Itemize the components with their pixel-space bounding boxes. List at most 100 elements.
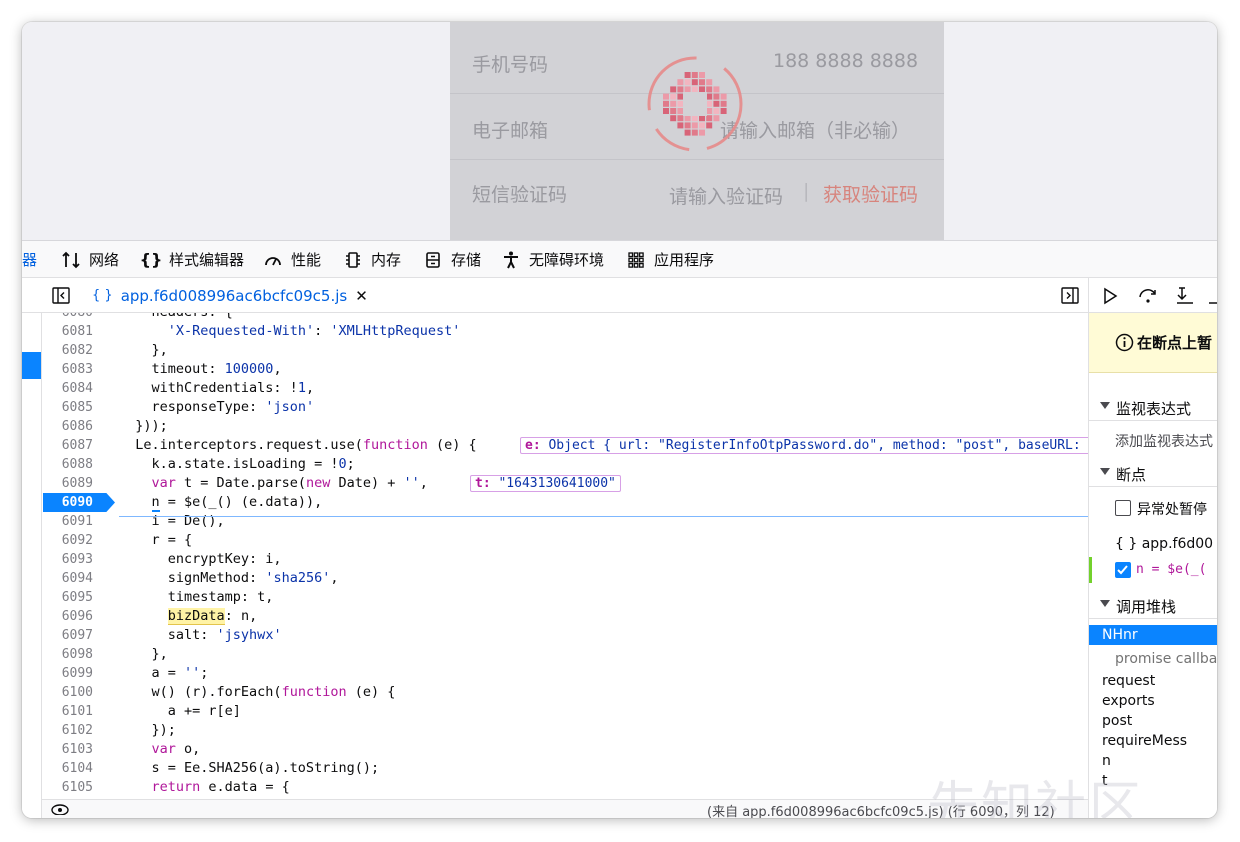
step-out-icon[interactable] <box>1206 285 1217 307</box>
code-line[interactable]: 6086 })); <box>42 417 1088 436</box>
line-number[interactable]: 6100 <box>42 683 95 702</box>
watch-expressions-header[interactable]: 监视表达式 <box>1089 393 1217 421</box>
code-line[interactable]: 6100 w() (r).forEach(function (e) { <box>42 683 1088 702</box>
code-line[interactable]: 6085 responseType: 'json' <box>42 398 1088 417</box>
code-line[interactable]: 6102 }); <box>42 721 1088 740</box>
tab-accessibility-label: 无障碍环境 <box>529 251 605 269</box>
code-line[interactable]: 6088 k.a.state.isLoading = !0; <box>42 455 1088 474</box>
line-number[interactable]: 6090 <box>42 493 95 512</box>
call-stack-frame[interactable]: requireMess <box>1089 731 1217 751</box>
code-line[interactable]: 6091 i = De(), <box>42 512 1088 531</box>
line-number[interactable]: 6092 <box>42 531 95 550</box>
line-number[interactable]: 6082 <box>42 341 95 360</box>
code-text: timestamp: t, <box>119 589 274 605</box>
line-number[interactable]: 6086 <box>42 417 95 436</box>
line-number[interactable]: 6080 <box>42 313 95 322</box>
code-line[interactable]: 6096 bizData: n, <box>42 607 1088 626</box>
breakpoints-header[interactable]: 断点 <box>1089 459 1217 487</box>
phone-label: 手机号码 <box>472 54 549 76</box>
phone-value[interactable]: 188 8888 8888 <box>773 50 918 72</box>
code-line[interactable]: 6080 headers: { <box>42 313 1088 322</box>
source-file-tab[interactable]: { } app.f6d008996ac6bcfc09c5.js ✕ <box>92 278 368 313</box>
tab-application[interactable]: 应用程序 <box>625 241 714 278</box>
toggle-pretty-print-icon[interactable] <box>51 801 69 818</box>
line-number[interactable]: 6083 <box>42 360 95 379</box>
code-line[interactable]: 6083 timeout: 100000, <box>42 360 1088 379</box>
tab-debugger[interactable]: 器 <box>22 241 37 278</box>
call-stack-frame[interactable]: post <box>1089 711 1217 731</box>
sources-pane-collapsed[interactable] <box>22 313 42 818</box>
call-stack-frame[interactable]: exports <box>1089 691 1217 711</box>
loader-pixel <box>691 79 698 86</box>
line-number[interactable]: 6101 <box>42 702 95 721</box>
tab-accessibility[interactable]: 无障碍环境 <box>500 241 604 278</box>
get-code-button[interactable]: 获取验证码 <box>823 180 918 207</box>
code-line[interactable]: 6099 a = ''; <box>42 664 1088 683</box>
call-stack-frame[interactable]: request <box>1089 671 1217 691</box>
breakpoint-checkbox[interactable] <box>1115 562 1131 578</box>
call-stack-frame[interactable]: NHnr <box>1089 625 1217 645</box>
add-watch-expression[interactable]: 添加监视表达式 <box>1115 431 1213 451</box>
pause-on-exceptions-checkbox[interactable] <box>1115 500 1131 516</box>
line-number[interactable]: 6089 <box>42 474 95 493</box>
line-number[interactable]: 6095 <box>42 588 95 607</box>
line-number[interactable]: 6091 <box>42 512 95 531</box>
line-number[interactable]: 6099 <box>42 664 95 683</box>
code-text: encryptKey: i, <box>119 551 282 567</box>
email-input[interactable]: 请输入邮箱（非必输） <box>720 116 910 143</box>
code-text: return e.data = { <box>151 779 290 795</box>
call-stack-header[interactable]: 调用堆栈 <box>1089 591 1217 619</box>
line-number[interactable]: 6096 <box>42 607 95 626</box>
code-editor[interactable]: 6080 headers: {6081 'X-Requested-With': … <box>42 313 1088 799</box>
line-number[interactable]: 6102 <box>42 721 95 740</box>
toggle-debugger-pane-icon[interactable] <box>1061 287 1079 308</box>
line-number[interactable]: 6088 <box>42 455 95 474</box>
tab-style-editor[interactable]: {} 样式编辑器 <box>140 241 244 278</box>
code-line[interactable]: 6082 }, <box>42 341 1088 360</box>
step-over-icon[interactable] <box>1137 285 1159 307</box>
line-number[interactable]: 6085 <box>42 398 95 417</box>
sms-code-input[interactable]: 请输入验证码 <box>669 182 783 209</box>
registration-form: 手机号码 188 8888 8888 电子邮箱 请输入邮箱（非必输） 短信验证码… <box>450 22 944 240</box>
loader-pixel <box>699 86 705 93</box>
inline-preview-t[interactable]: t: "1643130641000" <box>470 475 621 492</box>
breakpoint-file: { } app.f6d00 <box>1115 536 1214 552</box>
tab-performance[interactable]: 性能 <box>262 241 321 278</box>
line-number[interactable]: 6104 <box>42 759 95 778</box>
resume-icon[interactable] <box>1099 285 1121 307</box>
code-line[interactable]: 6090 n = $e(_() (e.data)), <box>42 493 1088 512</box>
code-text: k.a.state.isLoading = !0; <box>119 456 355 472</box>
code-line[interactable]: 6101 a += r[e] <box>42 702 1088 721</box>
line-number[interactable]: 6093 <box>42 550 95 569</box>
code-line[interactable]: 6094 signMethod: 'sha256', <box>42 569 1088 588</box>
code-text: var o, <box>151 741 201 757</box>
line-number[interactable]: 6103 <box>42 740 95 759</box>
line-number[interactable]: 6087 <box>42 436 95 455</box>
line-number[interactable]: 6084 <box>42 379 95 398</box>
line-number[interactable]: 6098 <box>42 645 95 664</box>
step-in-icon[interactable] <box>1174 285 1196 307</box>
code-line[interactable]: 6087 Le.interceptors.request.use(functio… <box>42 436 1088 455</box>
code-line[interactable]: 6103 var o, <box>42 740 1088 759</box>
code-line[interactable]: 6089 var t = Date.parse(new Date) + '', t… <box>42 474 1088 493</box>
close-tab-icon[interactable]: ✕ <box>355 287 368 305</box>
code-line[interactable]: 6093 encryptKey: i, <box>42 550 1088 569</box>
tab-storage[interactable]: 存储 <box>422 241 481 278</box>
code-line[interactable]: 6097 salt: 'jsyhwx' <box>42 626 1088 645</box>
loader-pixel <box>677 93 684 100</box>
code-line[interactable]: 6095 timestamp: t, <box>42 588 1088 607</box>
code-line[interactable]: 6098 }, <box>42 645 1088 664</box>
line-number[interactable]: 6105 <box>42 778 95 797</box>
code-line[interactable]: 6092 r = { <box>42 531 1088 550</box>
code-line[interactable]: 6081 'X-Requested-With': 'XMLHttpRequest… <box>42 322 1088 341</box>
watermark: 先知社区 <box>927 777 1144 818</box>
line-number[interactable]: 6094 <box>42 569 95 588</box>
tab-network[interactable]: 网络 <box>60 241 119 278</box>
tab-memory[interactable]: 内存 <box>342 241 401 278</box>
toggle-sources-pane-icon[interactable] <box>52 287 70 308</box>
info-icon <box>1115 333 1134 356</box>
line-number[interactable]: 6097 <box>42 626 95 645</box>
line-number[interactable]: 6081 <box>42 322 95 341</box>
inline-preview-e[interactable]: e: Object { url: "RegisterInfoOtpPasswor… <box>520 437 1088 454</box>
code-line[interactable]: 6084 withCredentials: !1, <box>42 379 1088 398</box>
